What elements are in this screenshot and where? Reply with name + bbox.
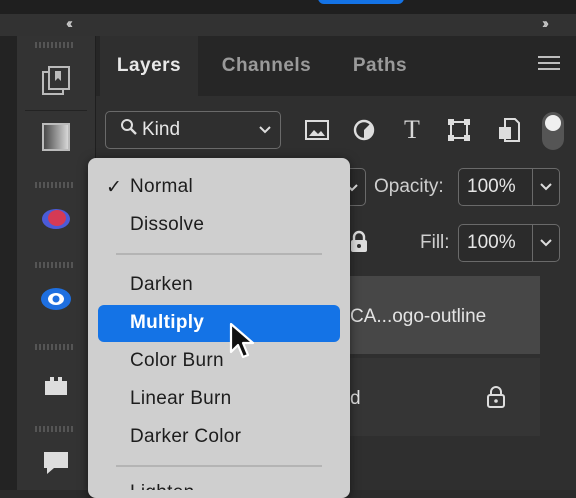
smart-object-filter-icon[interactable] <box>494 114 524 146</box>
adjustment-filter-icon[interactable] <box>349 114 379 146</box>
layer-name: d <box>350 388 361 409</box>
dock-grip[interactable] <box>35 42 75 48</box>
libraries-icon[interactable] <box>39 368 73 402</box>
fill-value: 100% <box>467 232 516 253</box>
filter-toggle-icon <box>545 115 561 131</box>
menu-item-lighten[interactable]: Lighten <box>130 482 194 490</box>
cursor-icon <box>228 322 256 367</box>
lock-all-icon[interactable] <box>348 230 370 259</box>
checkmark-icon: ✓ <box>106 177 122 198</box>
menu-divider <box>116 465 322 467</box>
tab-channels[interactable]: Channels <box>204 36 329 96</box>
dock-grip[interactable] <box>35 344 75 350</box>
comments-icon[interactable] <box>39 446 73 480</box>
fill-field[interactable]: 100% <box>458 224 560 262</box>
tab-paths[interactable]: Paths <box>334 36 426 96</box>
collapse-right-icon[interactable]: ›› <box>542 15 549 32</box>
dock-grip[interactable] <box>35 262 75 268</box>
fill-label: Fill: <box>420 232 450 253</box>
lock-icon <box>486 386 506 413</box>
kind-filter-select[interactable]: Kind <box>105 111 281 149</box>
panel-collapse-strip <box>0 14 576 37</box>
left-dock-edge <box>0 36 17 490</box>
menu-clip: Lighten <box>88 478 350 490</box>
layer-row[interactable]: d <box>330 358 540 436</box>
menu-item-darker-color[interactable]: Darker Color <box>130 426 241 448</box>
gradient-icon[interactable] <box>39 120 73 154</box>
menu-item-normal[interactable]: Normal <box>130 176 193 198</box>
panel-icon-dock <box>17 36 96 490</box>
chevron-down-icon[interactable] <box>532 169 559 205</box>
history-icon[interactable] <box>39 64 73 98</box>
menu-item-multiply[interactable]: Multiply <box>130 312 204 334</box>
chevron-down-icon[interactable] <box>532 225 559 261</box>
tab-layers[interactable]: Layers <box>100 36 198 96</box>
menu-divider <box>116 253 322 255</box>
type-filter-icon[interactable]: T <box>397 114 427 146</box>
collapse-left-icon[interactable]: ‹‹ <box>66 15 73 32</box>
opacity-label: Opacity: <box>374 176 444 197</box>
kind-label: Kind <box>142 119 181 140</box>
top-bar <box>0 0 576 14</box>
layer-name: CA...ogo-outline <box>350 306 487 327</box>
menu-item-color-burn[interactable]: Color Burn <box>130 350 224 372</box>
opacity-value: 100% <box>467 176 516 197</box>
filter-toggle-switch[interactable] <box>542 112 564 150</box>
share-button[interactable] <box>318 0 404 4</box>
shape-filter-icon[interactable] <box>444 114 474 146</box>
layer-row[interactable]: CA...ogo-outline <box>330 276 540 354</box>
dock-grip[interactable] <box>35 182 75 188</box>
image-filter-icon[interactable] <box>302 114 332 146</box>
panel-menu-icon[interactable] <box>538 56 560 76</box>
menu-item-darken[interactable]: Darken <box>130 274 193 296</box>
dock-grip[interactable] <box>35 426 75 432</box>
menu-item-linear-burn[interactable]: Linear Burn <box>130 388 232 410</box>
opacity-field[interactable]: 100% <box>458 168 560 206</box>
properties-eye-icon[interactable] <box>39 282 73 316</box>
color-icon[interactable] <box>39 202 73 236</box>
search-icon <box>120 118 138 142</box>
chevron-down-icon <box>258 121 272 143</box>
menu-item-dissolve[interactable]: Dissolve <box>130 214 204 236</box>
